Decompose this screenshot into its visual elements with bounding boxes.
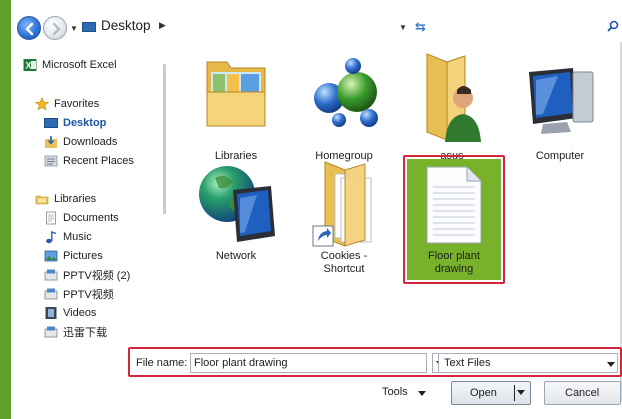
excel-icon: X [23,58,37,72]
tools-label: Tools [382,386,408,398]
svg-text:X: X [26,61,32,71]
open-label: Open [470,387,497,399]
item-label: Computer [535,150,585,162]
documents-icon [44,211,58,225]
sidebar-item-xunlei[interactable]: 迅雷下载 [44,323,107,341]
chevron-down-icon [517,390,525,395]
sidebar-item-pptv-2[interactable]: PPTV视频 (2) [44,266,130,284]
item-homegroup[interactable]: Homegroup [299,50,389,162]
sidebar-item-label: Downloads [63,136,118,148]
user-folder-icon [426,53,481,142]
refresh-icon[interactable]: ⇆ [415,19,426,35]
window-edge [0,0,11,419]
item-asus[interactable]: asus [407,50,497,162]
item-label-line-2: drawing [434,263,474,275]
sidebar-item-label: PPTV视频 [63,289,114,301]
sidebar-item-recent-places[interactable]: Recent Places [44,152,134,170]
cancel-button[interactable]: Cancel [544,381,621,405]
item-label-line-2: Shortcut [323,263,365,275]
drive-icon [44,287,58,301]
item-label: Floor plant drawing [405,250,503,276]
sidebar-item-label: Favorites [54,98,100,110]
computer-icon [529,68,594,134]
open-file-dialog: ▼ Desktop ▶ ▼ ⇆ X Microsoft Excel Favori… [11,0,622,419]
item-label-line-1: Floor plant [428,250,480,262]
open-button[interactable]: Open [451,381,531,405]
item-computer[interactable]: Computer [515,50,605,162]
sidebar-item-documents[interactable]: Documents [44,209,119,227]
sidebar-item-downloads[interactable]: Downloads [44,133,117,151]
search-icon[interactable] [607,20,619,32]
sidebar-item-label: Documents [63,212,119,224]
breadcrumb-chevron-icon[interactable]: ▶ [159,20,166,31]
chevron-down-icon [607,360,615,369]
sidebar-item-favorites[interactable]: Favorites [34,95,100,113]
navigation-pane: X Microsoft Excel Favorites Desktop Down… [11,42,161,342]
file-name-row: File name: Floor plant drawing Text File… [128,347,622,377]
sidebar-item-pictures[interactable]: Pictures [44,247,103,265]
item-label: Network [215,250,257,262]
sidebar-item-label: Music [63,231,92,243]
sidebar-item-videos[interactable]: Videos [44,304,96,322]
sidebar-item-microsoft-excel[interactable]: X Microsoft Excel [23,56,117,74]
item-label: Cookies - Shortcut [299,250,389,276]
desktop-icon [44,116,58,130]
tools-button[interactable]: Tools [376,382,436,404]
file-name-input[interactable]: Floor plant drawing [190,353,427,373]
file-type-value: Text Files [444,357,491,369]
back-button[interactable] [17,16,41,40]
network-icon [199,166,275,242]
sidebar-item-label: Microsoft Excel [42,59,117,71]
sidebar-item-label: Pictures [63,250,103,262]
homegroup-icon [314,58,378,127]
breadcrumb-desktop[interactable]: Desktop [101,18,151,33]
downloads-icon [44,135,58,149]
sidebar-item-pptv[interactable]: PPTV视频 [44,285,114,303]
music-icon [44,230,58,244]
pictures-icon [44,249,58,263]
item-cookies-shortcut[interactable]: Cookies - Shortcut [299,160,389,280]
sidebar-item-music[interactable]: Music [44,228,92,246]
file-list: Libraries Homegroup asus Computer Networ… [171,42,622,342]
sidebar-item-desktop[interactable]: Desktop [44,114,106,132]
sidebar-item-label: Libraries [54,193,97,205]
forward-button[interactable] [43,16,67,40]
desktop-icon [82,22,96,32]
star-icon [34,97,50,111]
shortcut-folder-icon [312,161,372,247]
sidebar-item-label: 迅雷下载 [63,327,107,339]
item-label-line-1: Cookies - [320,250,368,262]
item-libraries[interactable]: Libraries [191,50,281,162]
drive-icon [44,325,58,339]
text-document-icon [426,166,482,244]
libraries-icon [35,192,49,206]
drive-icon [44,268,58,282]
sidebar-item-label: PPTV视频 (2) [63,270,131,282]
recent-places-icon [44,154,58,168]
sidebar-item-label: Videos [63,307,97,319]
cancel-label: Cancel [565,387,600,399]
search-input[interactable] [435,16,621,40]
item-network[interactable]: Network [191,160,281,270]
history-dropdown-button[interactable]: ▼ [70,24,78,33]
navigation-scrollbar[interactable] [163,64,166,214]
open-options-button[interactable] [514,385,526,401]
sidebar-item-libraries[interactable]: Libraries [35,190,96,208]
address-bar-row: ▼ Desktop ▶ ▼ ⇆ [11,6,622,42]
arrow-right-icon [52,22,61,36]
address-dropdown-button[interactable]: ▼ [399,23,407,32]
file-name-label: File name: [136,357,188,369]
file-type-select[interactable]: Text Files [438,353,618,373]
libraries-folder-icon [206,61,266,127]
sidebar-item-label: Desktop [63,117,107,129]
chevron-down-icon [418,391,426,396]
sidebar-item-label: Recent Places [63,155,134,167]
item-floor-plant-drawing[interactable]: Floor plant drawing [403,155,505,284]
arrow-left-icon [25,22,34,36]
videos-icon [44,306,58,320]
